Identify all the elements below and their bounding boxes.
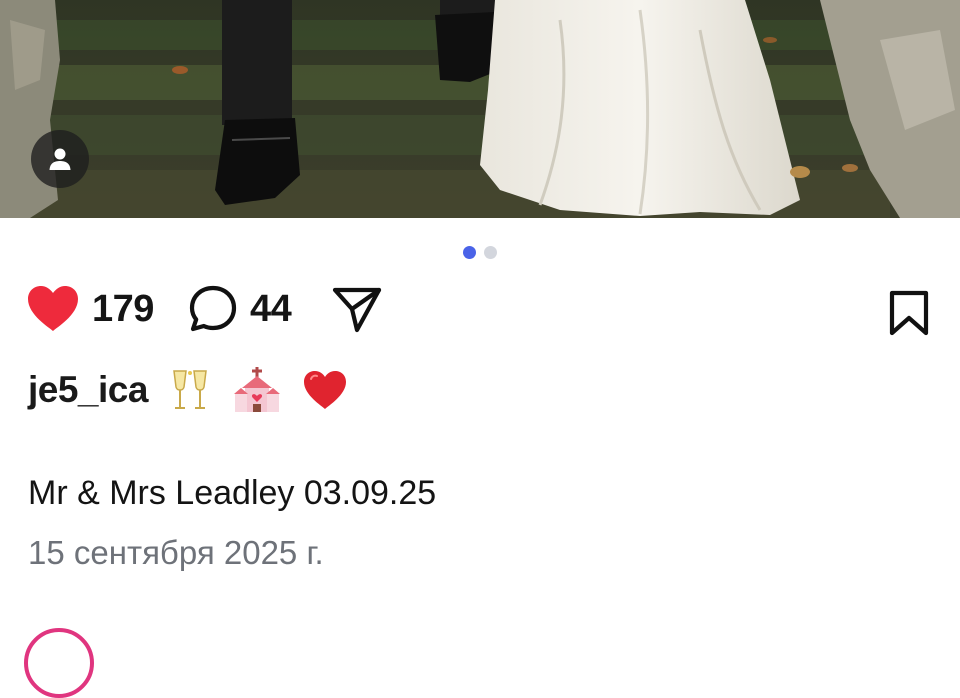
carousel-dot-active <box>463 246 476 259</box>
carousel-dot <box>484 246 497 259</box>
post-date: 15 сентября 2025 г. <box>28 534 324 571</box>
tagged-people-button[interactable] <box>31 130 89 188</box>
comment-count[interactable]: 44 <box>250 288 292 331</box>
post-photo[interactable] <box>0 0 960 218</box>
post-caption: Mr & Mrs Leadley 03.09.25 <box>28 474 437 512</box>
person-icon <box>49 148 71 170</box>
like-button[interactable]: 179 <box>26 284 154 334</box>
carousel-indicator <box>0 246 960 259</box>
post-action-bar: 179 44 <box>26 284 934 344</box>
next-post-avatar[interactable] <box>24 628 94 698</box>
heart-filled-icon <box>28 286 78 331</box>
champagne-glasses-icon <box>168 367 212 413</box>
post-author-line: je5_ica <box>28 366 348 414</box>
comment-bubble-icon <box>189 285 237 332</box>
wedding-chapel-icon <box>232 366 282 414</box>
red-heart-emoji-icon <box>302 369 348 411</box>
comment-button[interactable]: 44 <box>188 284 292 334</box>
photo-illustration <box>0 0 960 218</box>
bookmark-icon <box>889 290 929 336</box>
like-count[interactable]: 179 <box>92 288 154 331</box>
username[interactable]: je5_ica <box>28 369 148 411</box>
share-button[interactable] <box>331 284 383 334</box>
send-paper-plane-icon <box>332 287 382 333</box>
save-button[interactable] <box>888 290 930 341</box>
